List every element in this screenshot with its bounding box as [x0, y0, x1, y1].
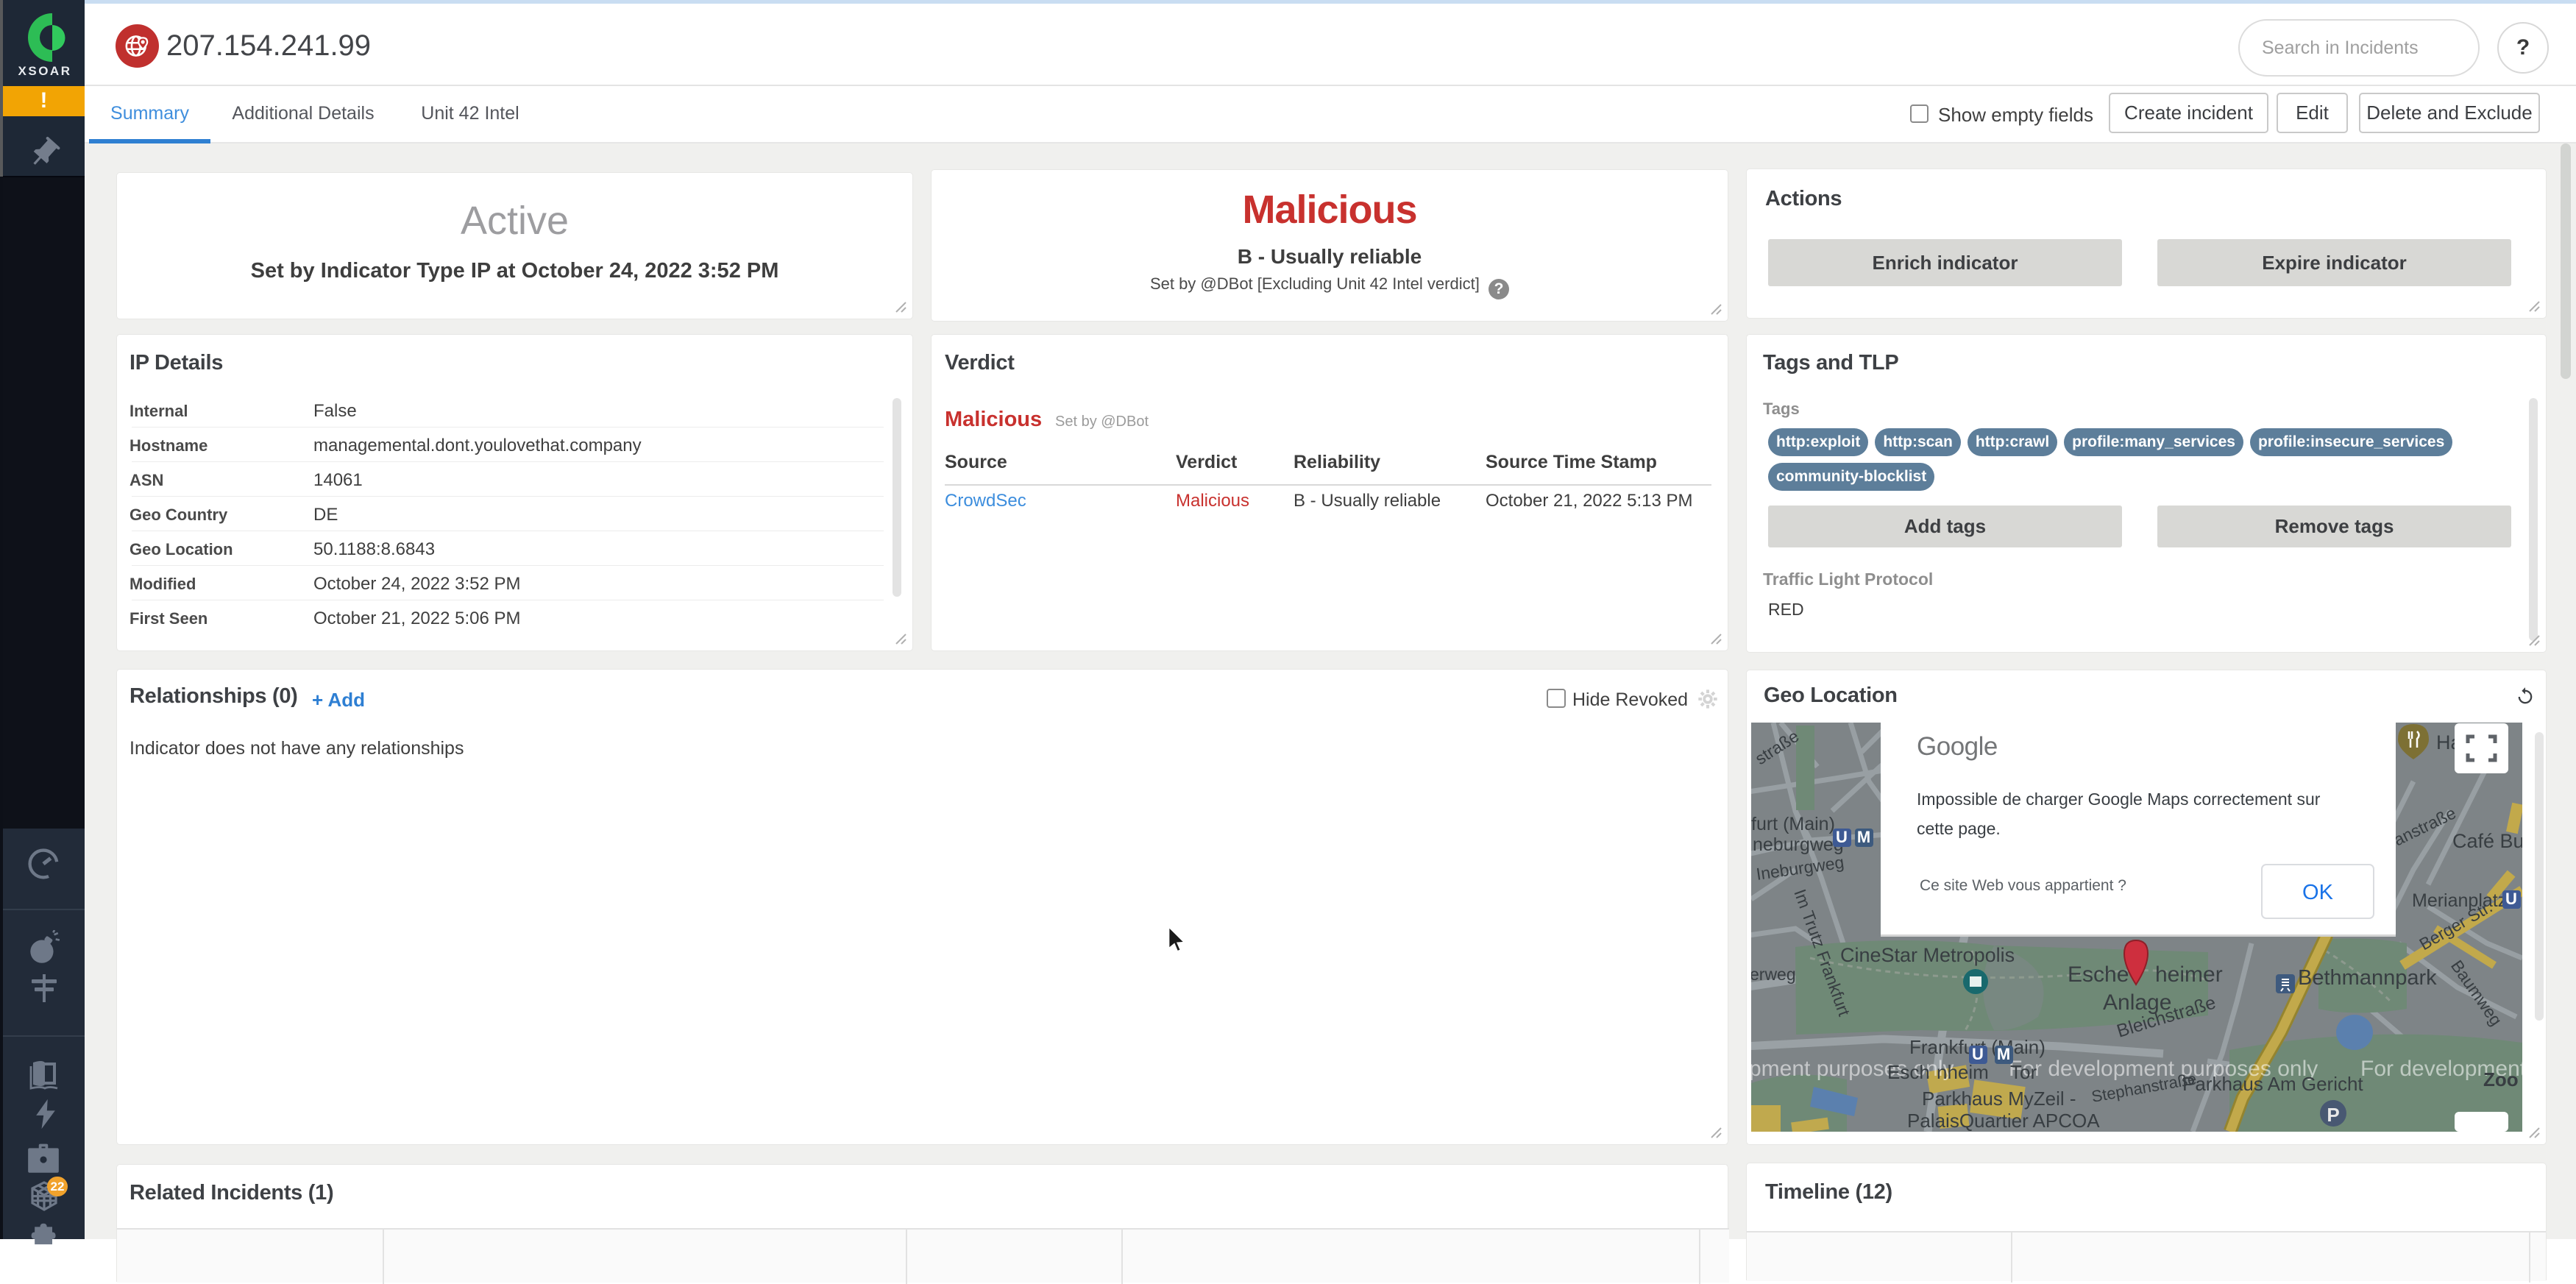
svg-text:XSOAR: XSOAR — [18, 64, 72, 78]
svg-text:Esch: Esch — [1887, 1061, 1930, 1083]
svg-text:P: P — [2327, 1104, 2339, 1126]
svg-text:Merianplatz: Merianplatz — [2412, 890, 2507, 911]
svg-text:M: M — [1997, 1045, 2010, 1063]
svg-text:Zoo: Zoo — [2483, 1068, 2519, 1090]
svg-text:cette page.: cette page. — [1917, 819, 2001, 838]
svg-text:Ce site Web vous appartient ?: Ce site Web vous appartient ? — [1920, 877, 2126, 894]
svg-text:Google: Google — [1917, 732, 1998, 761]
svg-text:erweg: erweg — [1751, 965, 1796, 984]
svg-text:U: U — [1836, 828, 1848, 846]
svg-text:M: M — [1857, 828, 1870, 846]
svg-text:Bethmannpark: Bethmannpark — [2298, 966, 2437, 990]
svg-text:Parkhaus MyZeil -: Parkhaus MyZeil - — [1922, 1088, 2076, 1110]
svg-text:Esche: Esche — [2068, 962, 2129, 987]
svg-text:Impossible de charger Google M: Impossible de charger Google Maps correc… — [1917, 790, 2321, 809]
svg-text:U: U — [2505, 890, 2517, 908]
svg-text:CineStar Metropolis: CineStar Metropolis — [1840, 944, 2015, 966]
svg-text:furt (Main): furt (Main) — [1751, 814, 1835, 834]
svg-text:PalaisQuartier APCOA: PalaisQuartier APCOA — [1907, 1110, 2100, 1132]
svg-text:Parkhaus Am Gericht: Parkhaus Am Gericht — [2182, 1073, 2363, 1095]
svg-text:neburgweg: neburgweg — [1753, 834, 1844, 855]
svg-text:Café Bu: Café Bu — [2452, 830, 2522, 852]
svg-text:U: U — [1972, 1045, 1984, 1063]
svg-text:Tor: Tor — [2010, 1061, 2037, 1083]
svg-text:heimer: heimer — [2155, 962, 2223, 987]
svg-text:OK: OK — [2302, 881, 2334, 904]
svg-text:nheim: nheim — [1937, 1061, 1989, 1083]
